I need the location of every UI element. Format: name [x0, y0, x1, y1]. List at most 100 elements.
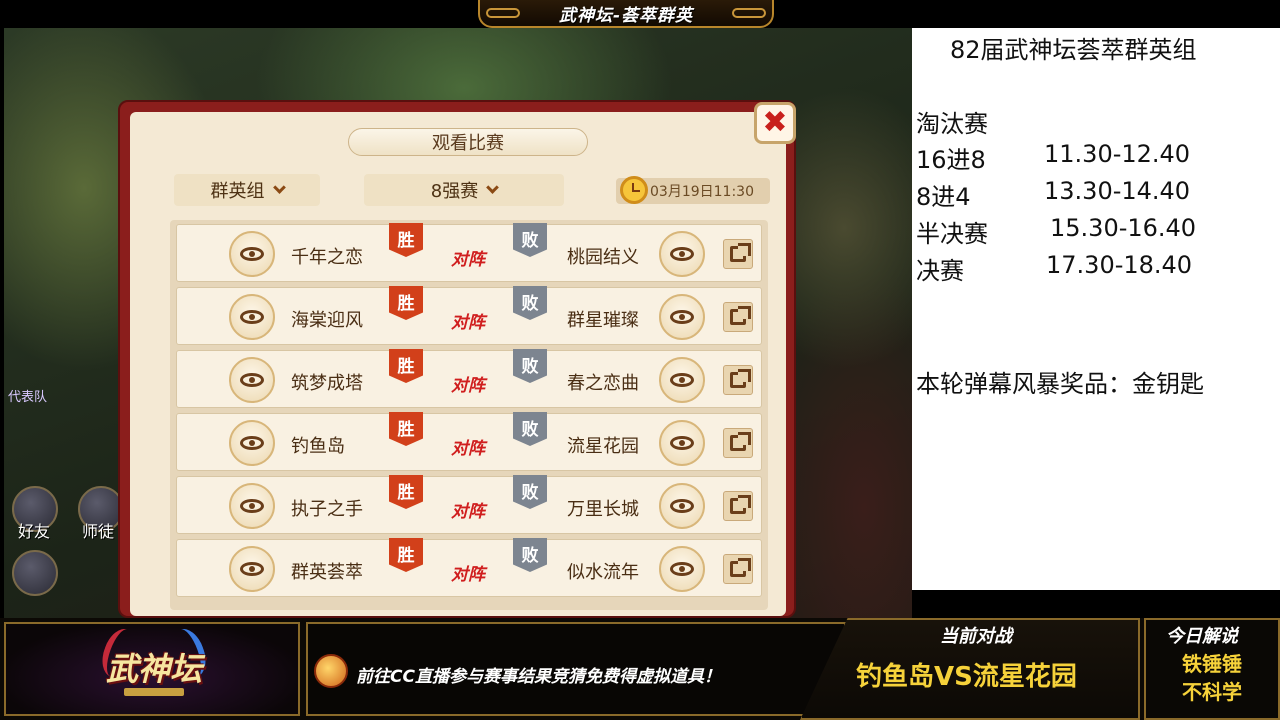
caster-name-2: 不科学 [1182, 680, 1242, 704]
vs-label: 对阵 [451, 313, 485, 333]
vs-label: 对阵 [451, 439, 485, 459]
banner-ornament-left [486, 8, 520, 18]
event-title: 武神坛-荟萃群英 [558, 5, 694, 26]
share-button[interactable] [723, 302, 753, 332]
watch-left-button[interactable] [229, 483, 275, 529]
eye-icon [670, 247, 694, 261]
team-right: 似水流年 [567, 562, 639, 583]
watch-right-button[interactable] [659, 546, 705, 592]
watch-left-button[interactable] [229, 357, 275, 403]
schedule-round: 半决赛 [916, 220, 988, 248]
eye-icon [240, 499, 264, 513]
chat-icon[interactable] [12, 550, 58, 596]
share-icon [730, 432, 751, 451]
share-button[interactable] [723, 428, 753, 458]
win-badge: 胜 [389, 286, 423, 320]
schedule-round: 8进4 [916, 183, 971, 211]
share-icon [730, 243, 751, 262]
team-left: 群英荟萃 [291, 562, 363, 583]
current-match-panel: 当前对战 钓鱼岛VS流星花园 [800, 618, 1140, 720]
promo-ticker: 前往CC直播参与赛事结果竞猜免费得虚拟道具！ [306, 622, 846, 716]
match-row: 筑梦成塔 胜对阵 败春之恋曲 [176, 349, 762, 408]
dialog-title: 观看比赛 [432, 133, 504, 154]
current-match-label: 当前对战 [940, 626, 1012, 647]
team-right: 春之恋曲 [567, 373, 639, 394]
close-button[interactable]: ✖ [754, 102, 796, 144]
stream-bottom-bar: 武神坛 前往CC直播参与赛事结果竞猜免费得虚拟道具！ 当前对战 钓鱼岛VS流星花… [0, 618, 1280, 720]
group-select[interactable]: 群英组 [174, 174, 320, 206]
match-list[interactable]: 千年之恋胜对阵败桃园结义 海棠迎风胜对阵败群星璀璨 筑梦成塔胜对阵败春之恋曲 钓鱼岛胜… [170, 220, 768, 610]
match-row: 千年之恋 胜对阵 败桃园结义 [176, 223, 762, 282]
team-right: 万里长城 [567, 499, 639, 520]
team-left: 海棠迎风 [291, 310, 363, 331]
schedule-time: 15.30-16.40 [1050, 214, 1197, 242]
watch-right-button[interactable] [659, 483, 705, 529]
eye-icon [670, 436, 694, 450]
lose-badge: 败 [513, 286, 547, 320]
logo-text: 武神坛 [105, 650, 202, 688]
watch-right-button[interactable] [659, 357, 705, 403]
schedule-info-panel: 82届武神坛荟萃群英组 淘汰赛 16进8 11.30-12.40 8进4 13.30-… [912, 28, 1280, 590]
lose-badge: 败 [513, 538, 547, 572]
win-badge: 胜 [389, 223, 423, 257]
watch-match-dialog: 观看比赛 群英组 8强赛 03月19日11:30 千年之恋胜对阵败桃园结义 海棠迎… [118, 100, 796, 618]
dialog-body: 观看比赛 群英组 8强赛 03月19日11:30 千年之恋胜对阵败桃园结义 海棠迎… [130, 112, 786, 616]
team-left: 执子之手 [291, 499, 363, 520]
watch-right-button[interactable] [659, 420, 705, 466]
share-button[interactable] [723, 554, 753, 584]
eye-icon [670, 373, 694, 387]
lose-badge: 败 [513, 223, 547, 257]
schedule-row: 16进8 11.30-12.40 [916, 140, 1190, 175]
match-row: 海棠迎风 胜对阵 败群星璀璨 [176, 286, 762, 345]
lose-badge: 败 [513, 412, 547, 446]
watch-left-button[interactable] [229, 420, 275, 466]
share-button[interactable] [723, 365, 753, 395]
caster-names: 铁锤锤 不科学 [1146, 650, 1278, 706]
clock-icon [620, 176, 648, 204]
close-icon: ✖ [762, 105, 788, 140]
share-icon [730, 306, 751, 325]
match-datetime: 03月19日11:30 [616, 176, 770, 204]
share-button[interactable] [723, 491, 753, 521]
watch-right-button[interactable] [659, 231, 705, 277]
info-prize: 本轮弹幕风暴奖品：金钥匙 [916, 370, 1204, 398]
eye-icon [240, 373, 264, 387]
watch-left-button[interactable] [229, 231, 275, 277]
match-row: 钓鱼岛 胜对阵 败流星花园 [176, 412, 762, 471]
team-left: 筑梦成塔 [291, 373, 363, 394]
watch-left-button[interactable] [229, 546, 275, 592]
schedule-row: 决赛 17.30-18.40 [916, 251, 1192, 286]
friends-label: 好友 [18, 522, 51, 541]
watch-left-button[interactable] [229, 294, 275, 340]
watch-right-button[interactable] [659, 294, 705, 340]
lose-badge: 败 [513, 349, 547, 383]
info-stage: 淘汰赛 [916, 110, 988, 138]
match-row: 群英荟萃 胜对阵 败似水流年 [176, 538, 762, 597]
schedule-row: 半决赛 15.30-16.40 [916, 214, 1196, 249]
dialog-title-bar: 观看比赛 [348, 128, 588, 156]
caster-panel: 今日解说 铁锤锤 不科学 [1144, 618, 1280, 720]
team-left: 千年之恋 [291, 247, 363, 268]
lose-badge: 败 [513, 475, 547, 509]
info-title: 82届武神坛荟萃群英组 [950, 36, 1197, 64]
share-icon [730, 558, 751, 577]
share-button[interactable] [723, 239, 753, 269]
win-badge: 胜 [389, 475, 423, 509]
round-select[interactable]: 8强赛 [364, 174, 564, 206]
vs-label: 对阵 [451, 565, 485, 585]
eye-icon [670, 310, 694, 324]
match-row: 执子之手 胜对阵 败万里长城 [176, 475, 762, 534]
eye-icon [670, 562, 694, 576]
share-icon [730, 369, 751, 388]
team-side-text: 代表队 [8, 390, 48, 405]
eye-icon [240, 436, 264, 450]
team-left: 钓鱼岛 [291, 436, 345, 457]
team-right: 桃园结义 [567, 247, 639, 268]
eye-icon [240, 310, 264, 324]
schedule-round: 16进8 [916, 146, 986, 174]
share-icon [730, 495, 751, 514]
chevron-down-icon [486, 181, 500, 194]
schedule-row: 8进4 13.30-14.40 [916, 177, 1190, 212]
vs-label: 对阵 [451, 250, 485, 270]
vs-label: 对阵 [451, 502, 485, 522]
